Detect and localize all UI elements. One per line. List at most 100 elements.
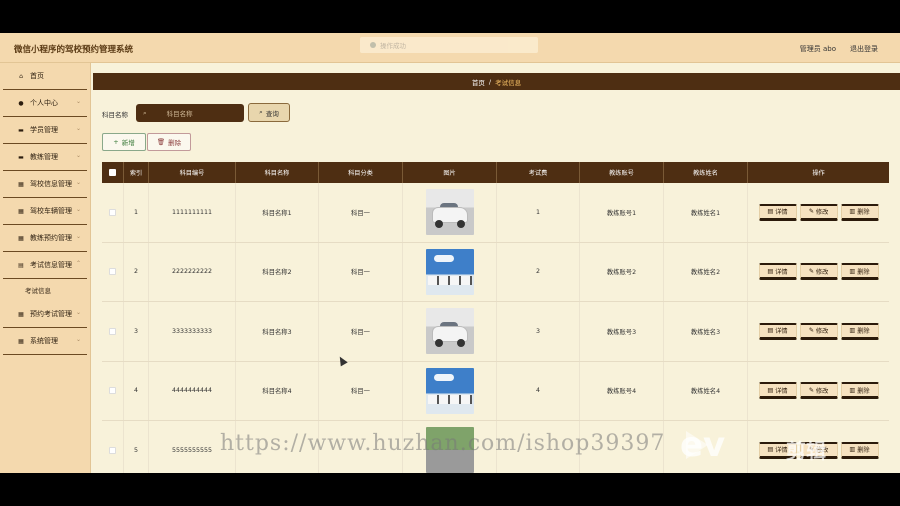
delete-button[interactable]: ▥ 删除 [840, 322, 879, 340]
detail-button[interactable]: ▤ 详情 [758, 203, 797, 221]
cell-category: 科目一 [319, 242, 403, 301]
sidebar-item-coaches[interactable]: ▬ 教练管理 ⌄ [3, 144, 87, 171]
trash-icon: ▥ [849, 267, 856, 275]
cell-index: 5 [124, 421, 149, 473]
chevron-up-icon: ⌃ [75, 260, 81, 267]
sidebar: ⌂ 首页 ● 个人中心 ⌄ ▬ 学员管理 ⌄ ▬ 教练管理 ⌄ ▦ 驾校信息管理 ⌄ ▦ 驾校车辆管… [0, 63, 91, 473]
row-checkbox[interactable] [109, 208, 116, 216]
breadcrumb-home[interactable]: 首页 [472, 77, 485, 87]
search-icon: ⌕ [259, 108, 263, 116]
cell-index: 1 [124, 183, 149, 242]
search-input[interactable]: ⌕ 科目名称 [136, 104, 244, 122]
cell-image [403, 361, 497, 420]
header-fee: 考试费 [497, 162, 580, 183]
header-name: 科目名称 [236, 162, 319, 183]
query-button-label: 查询 [265, 109, 279, 118]
edit-button[interactable]: ✎ 修改 [799, 263, 838, 281]
delete-button[interactable]: ▥ 删除 [840, 203, 879, 221]
info-icon [370, 42, 376, 48]
cell-code: 2222222222 [149, 242, 236, 301]
cell-code: 3333333333 [149, 302, 236, 361]
cell-coach-name: 教练姓名2 [664, 242, 748, 301]
header-category: 科目分类 [319, 162, 403, 183]
delete-button[interactable]: ▥ 删除 [840, 263, 879, 281]
sidebar-subitem-exam-info[interactable]: 考试信息 [3, 279, 87, 301]
sidebar-item-label: 考试信息管理 [30, 261, 72, 269]
cell-coach-account: 教练账号2 [580, 242, 664, 301]
detail-button[interactable]: ▤ 详情 [758, 322, 797, 340]
sidebar-item-exam-info[interactable]: ▤ 考试信息管理 ⌃ [3, 252, 87, 279]
select-all-checkbox[interactable] [109, 169, 116, 176]
cell-actions: ▤ 详情 ✎ 修改 ▥ 删除 [748, 302, 889, 361]
sidebar-item-vehicles[interactable]: ▦ 驾校车辆管理 ⌄ [3, 198, 87, 225]
subject-thumbnail[interactable] [425, 367, 474, 414]
cell-image [403, 242, 497, 301]
detail-button[interactable]: ▤ 详情 [758, 263, 797, 281]
sidebar-item-exam-booking[interactable]: ▦ 预约考试管理 ⌄ [3, 301, 87, 328]
grid-icon: ▦ [18, 207, 24, 215]
edit-icon: ✎ [808, 327, 814, 335]
user-area: 管理员 abo 退出登录 [800, 44, 878, 54]
subject-thumbnail[interactable] [425, 248, 474, 295]
delete-label: 删除 [857, 268, 870, 276]
brand-logo-text: 剪辑 [786, 439, 826, 463]
plus-icon: + [113, 138, 119, 146]
detail-button[interactable]: ▤ 详情 [758, 382, 797, 400]
sidebar-item-label: 驾校信息管理 [30, 180, 72, 188]
edit-button[interactable]: ✎ 修改 [799, 203, 838, 221]
detail-icon: ▤ [767, 267, 774, 275]
chevron-down-icon: ⌄ [75, 98, 81, 105]
table-body: 1 1111111111 科目名称1 科目一 1 教练账号1 教练姓名1 ▤ 详情 ✎ 修改 ▥ 删除 2… [102, 183, 889, 473]
delete-button-label: 删除 [168, 139, 182, 147]
chevron-down-icon: ⌄ [75, 179, 81, 186]
cell-actions: ▤ 详情 ✎ 修改 ▥ 删除 [748, 243, 889, 302]
briefcase-icon: ▬ [18, 153, 24, 161]
header-image: 图片 [403, 162, 497, 183]
cell-fee: 3 [497, 302, 580, 361]
sidebar-item-coach-booking[interactable]: ▦ 教练预约管理 ⌄ [3, 225, 87, 252]
toast-message: 操作成功 [360, 37, 538, 53]
edit-button[interactable]: ✎ 修改 [799, 382, 838, 400]
detail-label: 详情 [775, 268, 788, 276]
batch-delete-button[interactable]: 🗑 删除 [147, 133, 191, 151]
delete-button[interactable]: ▥ 删除 [840, 382, 879, 400]
table-row: 3 3333333333 科目名称3 科目一 3 教练账号3 教练姓名3 ▤ 详情 ✎ 修改 ▥ 删除 [102, 302, 889, 362]
cell-index: 2 [124, 242, 149, 301]
toast-text: 操作成功 [380, 42, 406, 50]
trash-icon: ▥ [849, 327, 856, 335]
delete-button[interactable]: ▥ 删除 [840, 441, 879, 459]
sidebar-item-students[interactable]: ▬ 学员管理 ⌄ [3, 117, 87, 144]
header-actions: 操作 [812, 170, 825, 177]
add-button[interactable]: + 新增 [102, 133, 146, 151]
sidebar-item-profile[interactable]: ● 个人中心 ⌄ [3, 90, 87, 117]
row-checkbox[interactable] [109, 446, 116, 454]
chevron-down-icon: ⌄ [75, 233, 81, 240]
edit-label: 修改 [815, 328, 829, 336]
trash-icon: ▥ [849, 386, 856, 394]
header-code: 科目编号 [149, 162, 236, 183]
sidebar-item-school-info[interactable]: ▦ 驾校信息管理 ⌄ [3, 171, 87, 198]
detail-label: 详情 [775, 209, 788, 217]
trash-icon: ▥ [849, 446, 856, 454]
subject-thumbnail[interactable] [425, 189, 474, 236]
subject-thumbnail[interactable] [425, 308, 474, 355]
search-placeholder: 科目名称 [166, 110, 193, 118]
sidebar-item-home[interactable]: ⌂ 首页 [3, 63, 87, 90]
edit-button[interactable]: ✎ 修改 [799, 322, 838, 340]
detail-icon: ▤ [767, 446, 774, 454]
breadcrumb-current: 考试信息 [495, 78, 522, 87]
cell-code: 4444444444 [149, 361, 236, 420]
row-select-cell [102, 361, 124, 420]
chevron-down-icon: ⌄ [75, 125, 81, 132]
row-checkbox[interactable] [109, 268, 116, 276]
row-checkbox[interactable] [109, 327, 116, 335]
query-button[interactable]: ⌕ 查询 [248, 103, 290, 122]
logout-link[interactable]: 退出登录 [850, 44, 878, 54]
sidebar-item-label: 驾校车辆管理 [30, 207, 72, 215]
cell-name: 科目名称4 [236, 361, 319, 420]
sidebar-item-system[interactable]: ▦ 系统管理 ⌄ [3, 328, 87, 355]
row-checkbox[interactable] [109, 387, 116, 395]
cell-index: 4 [124, 361, 149, 420]
detail-label: 详情 [775, 328, 788, 336]
cell-fee: 1 [497, 183, 580, 242]
